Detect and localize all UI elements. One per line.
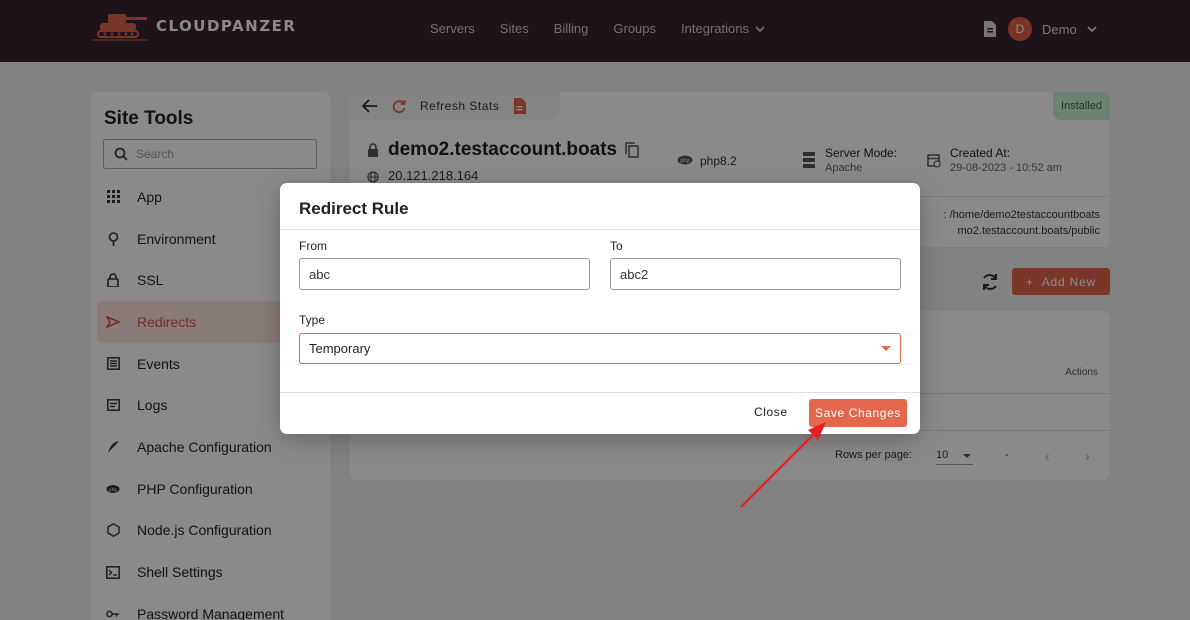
redirect-rule-dialog: Redirect Rule From To Type Temporary Clo…: [280, 183, 920, 434]
type-selected-value: Temporary: [309, 341, 371, 356]
to-input[interactable]: [610, 258, 901, 290]
dropdown-caret-icon: [881, 346, 891, 351]
to-label: To: [610, 239, 623, 253]
divider: [280, 229, 920, 230]
save-changes-button[interactable]: Save Changes: [809, 399, 907, 427]
from-input[interactable]: [299, 258, 590, 290]
type-select[interactable]: Temporary: [299, 333, 901, 364]
from-label: From: [299, 239, 327, 253]
type-label: Type: [299, 313, 326, 327]
dialog-title: Redirect Rule: [299, 199, 409, 218]
close-button[interactable]: Close: [754, 405, 788, 419]
divider: [280, 392, 920, 393]
